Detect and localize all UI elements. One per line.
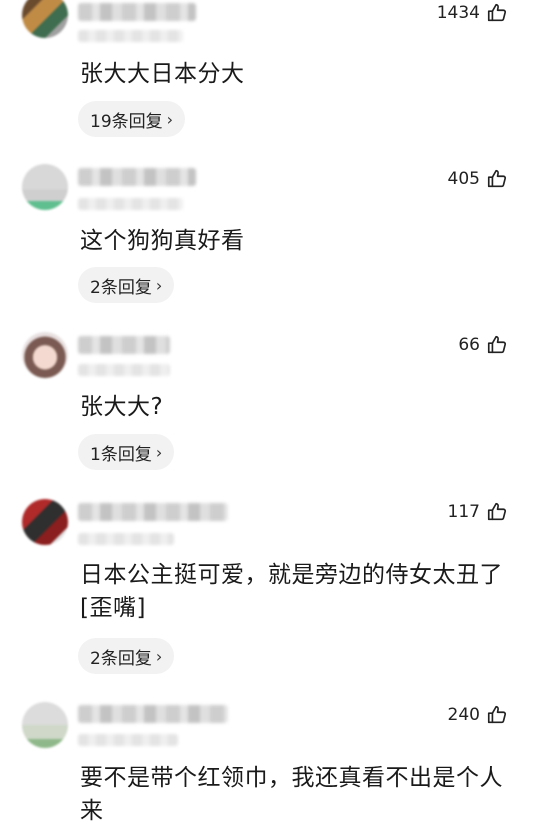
comment-text: 要不是带个红领巾，我还真看不出是个人来 (80, 765, 503, 824)
like-count: 117 (447, 502, 480, 522)
username[interactable] (78, 3, 196, 21)
view-replies-button[interactable]: 2条回复 › (78, 267, 175, 303)
like-button[interactable]: 1434 (437, 2, 508, 24)
chevron-right-icon: › (155, 442, 163, 462)
username[interactable] (78, 168, 196, 186)
like-button[interactable]: 240 (448, 704, 508, 726)
avatar[interactable] (22, 702, 68, 748)
avatar[interactable] (22, 0, 68, 38)
like-button[interactable]: 117 (448, 501, 508, 523)
thumbs-up-icon (487, 705, 507, 724)
comment-text: 这个狗狗真好看 (80, 228, 245, 254)
comment-text: 日本公主挺可爱，就是旁边的侍女太丑了[歪嘴] (80, 562, 503, 621)
username[interactable] (78, 336, 170, 354)
comment-meta (78, 533, 174, 545)
avatar[interactable] (22, 332, 68, 378)
like-count: 66 (458, 335, 480, 355)
thumbs-up-icon (487, 335, 507, 354)
username[interactable] (78, 503, 228, 521)
comment-text: 张大大? (80, 394, 164, 420)
like-count: 240 (447, 705, 480, 725)
like-count: 1434 (436, 3, 480, 23)
reply-count: 2条回复 (90, 648, 152, 669)
view-replies-button[interactable]: 1条回复 › (78, 434, 175, 470)
view-replies-button[interactable]: 19条回复 › (78, 101, 186, 137)
comment-feed: 1434 张大大日本分大 19条回复 › 405 这个狗狗真好看 2条回复 › … (0, 0, 538, 824)
avatar[interactable] (22, 499, 68, 545)
thumbs-up-icon (487, 3, 507, 22)
chevron-right-icon: › (155, 646, 163, 666)
comment-meta (78, 30, 183, 42)
reply-count: 19条回复 (90, 111, 163, 132)
view-replies-button[interactable]: 2条回复 › (78, 638, 175, 674)
like-button[interactable]: 66 (458, 334, 508, 356)
chevron-right-icon: › (155, 275, 163, 295)
like-button[interactable]: 405 (448, 168, 508, 190)
comment-meta (78, 198, 183, 210)
thumbs-up-icon (487, 502, 507, 521)
comment-meta (78, 734, 178, 746)
like-count: 405 (447, 169, 480, 189)
thumbs-up-icon (487, 169, 507, 188)
comment-text: 张大大日本分大 (80, 61, 245, 87)
reply-count: 2条回复 (90, 277, 152, 298)
username[interactable] (78, 705, 228, 723)
chevron-right-icon: › (166, 109, 174, 129)
reply-count: 1条回复 (90, 444, 152, 465)
comment-meta (78, 364, 170, 376)
avatar[interactable] (22, 164, 68, 210)
